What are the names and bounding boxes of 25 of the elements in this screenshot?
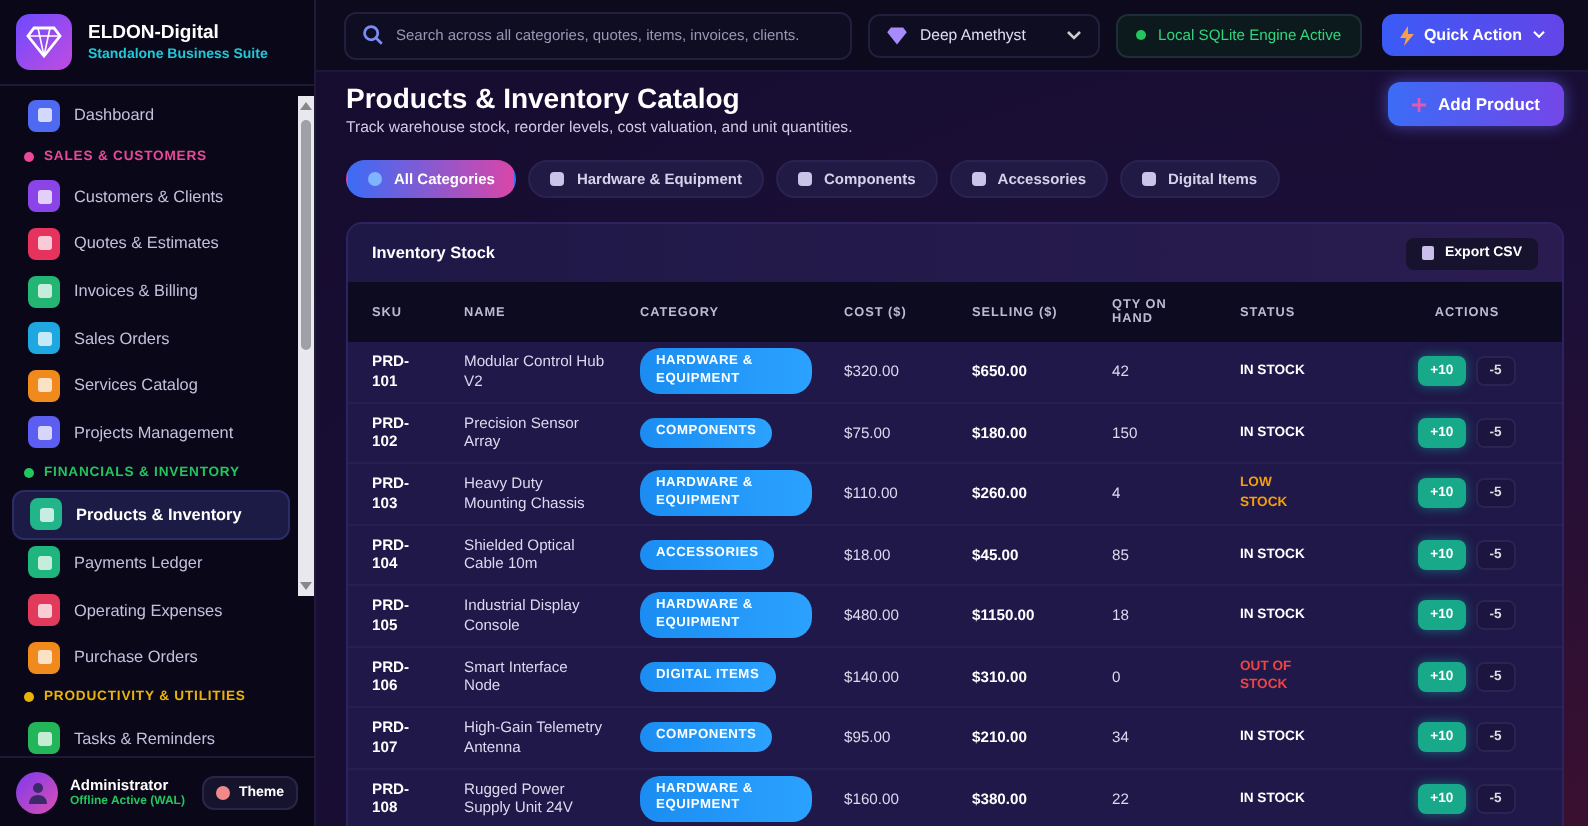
lightning-icon [1399, 25, 1414, 45]
add-product-button[interactable]: Add Product [1388, 82, 1564, 126]
nav-item[interactable]: Tasks & Reminders [12, 714, 290, 756]
page-title: Products & Inventory Catalog [346, 82, 742, 114]
nav-item[interactable]: Products & Inventory [12, 490, 290, 540]
nav-item[interactable]: Projects Management [12, 409, 290, 457]
scrollbar-drawing[interactable] [298, 96, 314, 596]
nav-item[interactable]: Dashboard [12, 92, 290, 140]
chevron-down-icon [1066, 29, 1082, 41]
diamond-logo-icon [16, 14, 72, 70]
nav-item[interactable]: Invoices & Billing [12, 267, 290, 315]
nav-item[interactable]: Payments Ledger [12, 539, 290, 587]
gem-icon [886, 25, 908, 45]
card-title: Inventory Stock [372, 244, 495, 262]
nav-item[interactable]: Quotes & Estimates [12, 220, 290, 268]
nav-item[interactable]: Customers & Clients [12, 173, 290, 221]
nav-item[interactable]: Sales Orders [12, 314, 290, 362]
nav-item[interactable]: Purchase Orders [12, 633, 290, 681]
nav-item[interactable]: Operating Expenses [12, 586, 290, 634]
plus-icon [1412, 97, 1426, 111]
avatar-icon [16, 771, 58, 813]
chevron-down-icon [1532, 30, 1546, 40]
quick-action-button[interactable]: Quick Action [1381, 14, 1564, 56]
brand-name: ELDON-Digital [88, 22, 221, 44]
nav-item[interactable]: Services Catalog [12, 361, 290, 410]
